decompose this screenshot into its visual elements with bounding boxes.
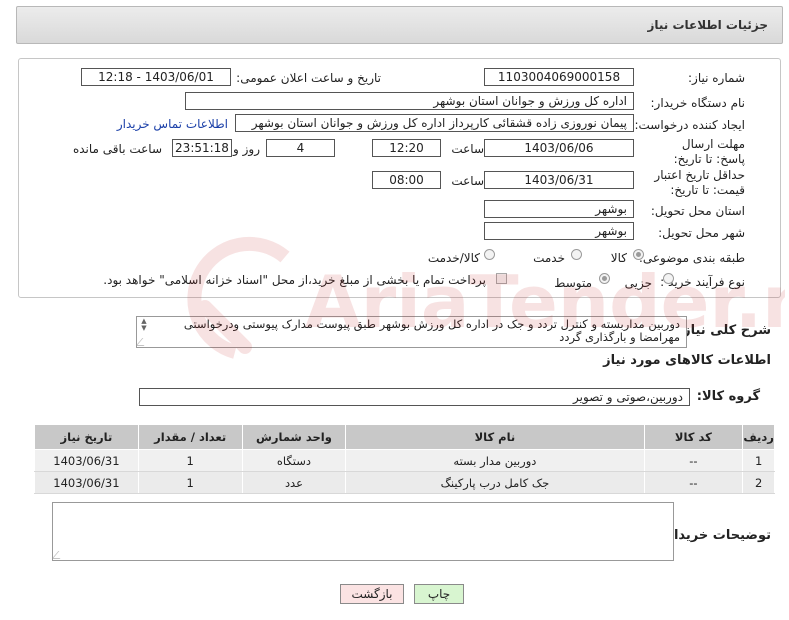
cell-quantity: 1: [137, 471, 243, 494]
cell-item-name: جک کامل درب پارکینگ: [345, 471, 645, 494]
goods-section-title: اطلاعات کالاهای مورد نیاز: [603, 353, 771, 368]
payment-checkbox[interactable]: [496, 273, 507, 284]
requester-label: ایجاد کننده درخواست:: [634, 118, 745, 132]
table-row: 1 -- دوربین مدار بسته دستگاه 1 1403/06/3…: [34, 449, 775, 472]
category-label: طبقه بندی موضوعی:: [638, 251, 745, 265]
remaining-time-field: 23:51:18: [172, 139, 232, 157]
category-radio-service[interactable]: [571, 249, 582, 260]
items-table: ردیف کد کالا نام کالا واحد شمارش تعداد /…: [34, 424, 775, 494]
page-header: جزئیات اطلاعات نیاز: [16, 6, 783, 44]
remaining-label: ساعت باقی مانده: [72, 142, 162, 156]
province-label: استان محل تحویل:: [650, 204, 745, 218]
process-radio-minor[interactable]: [663, 273, 674, 284]
price-time-field: 08:00: [372, 171, 441, 189]
goods-group-field: دوربین،صوتی و تصویر: [139, 388, 690, 406]
header-item-name: نام کالا: [345, 424, 645, 450]
price-validity-label: حداقل تاریخ اعتبار قیمت: تا تاریخ:: [654, 168, 745, 197]
category-radio-goods[interactable]: [633, 249, 644, 260]
reply-time-label: ساعت: [451, 142, 484, 156]
need-number-field: 1103004069000158: [484, 68, 634, 86]
buyer-org-field: اداره کل ورزش و جوانان استان بوشهر: [185, 92, 634, 110]
category-option-service: خدمت: [533, 251, 565, 265]
description-label: شرح کلی نیاز:: [677, 323, 771, 338]
need-number-label: شماره نیاز:: [688, 71, 745, 85]
header-need-date: تاریخ نیاز: [34, 424, 139, 450]
cell-need-date: 1403/06/31: [34, 449, 139, 472]
cell-item-code: --: [643, 471, 744, 494]
process-option-medium: متوسط: [554, 276, 592, 290]
resize-grip-icon[interactable]: [53, 551, 67, 559]
buyer-notes-label: توضیحات خریدار:: [661, 528, 771, 543]
city-field: بوشهر: [484, 222, 634, 240]
price-time-label: ساعت: [451, 174, 484, 188]
cell-item-name: دوربین مدار بسته: [345, 449, 645, 472]
province-field: بوشهر: [484, 200, 634, 218]
category-option-goods-service: کالا/خدمت: [427, 251, 480, 265]
reply-time-field: 12:20: [372, 139, 441, 157]
city-label: شهر محل تحویل:: [658, 226, 745, 240]
cell-item-code: --: [643, 449, 744, 472]
page-title: جزئیات اطلاعات نیاز: [647, 18, 768, 32]
scroll-arrows-icon[interactable]: ▲ ▼: [139, 318, 149, 332]
cell-unit: عدد: [241, 471, 347, 494]
back-button[interactable]: بازگشت: [340, 584, 404, 604]
reply-deadline-label: مهلت ارسال پاسخ: تا تاریخ:: [673, 137, 745, 166]
table-header-row: ردیف کد کالا نام کالا واحد شمارش تعداد /…: [34, 424, 775, 450]
announce-field: 1403/06/01 - 12:18: [81, 68, 231, 86]
process-radio-medium[interactable]: [599, 273, 610, 284]
cell-need-date: 1403/06/31: [34, 471, 139, 494]
announce-label: تاریخ و ساعت اعلان عمومی:: [236, 71, 381, 85]
table-row: 2 -- جک کامل درب پارکینگ عدد 1 1403/06/3…: [34, 471, 775, 494]
category-option-goods: کالا: [610, 251, 627, 265]
days-label: روز و: [233, 142, 260, 156]
price-date-field: 1403/06/31: [484, 171, 634, 189]
days-field: 4: [266, 139, 335, 157]
cell-quantity: 1: [137, 449, 243, 472]
buyer-contact-link[interactable]: اطلاعات تماس خریدار: [117, 117, 228, 131]
goods-group-label: گروه کالا:: [696, 389, 760, 404]
header-unit: واحد شمارش: [241, 424, 347, 450]
header-quantity: تعداد / مقدار: [137, 424, 243, 450]
cell-row-number: 2: [742, 471, 775, 494]
description-textarea[interactable]: دوربین مداربسته و کنترل تردد و جک در ادا…: [136, 316, 687, 348]
payment-note: پرداخت تمام یا بخشی از مبلغ خرید،از محل …: [103, 273, 486, 287]
buyer-notes-textarea[interactable]: [52, 502, 674, 561]
requester-field: پیمان نوروزی زاده قشقائی کارپرداز اداره …: [235, 114, 634, 132]
reply-date-field: 1403/06/06: [484, 139, 634, 157]
header-item-code: کد کالا: [643, 424, 744, 450]
description-text: دوربین مداربسته و کنترل تردد و جک در ادا…: [183, 317, 680, 344]
process-option-minor: جزیی: [624, 276, 652, 290]
print-button[interactable]: چاپ: [414, 584, 464, 604]
buyer-org-label: نام دستگاه خریدار:: [650, 96, 746, 110]
cell-unit: دستگاه: [241, 449, 347, 472]
category-radio-goods-service[interactable]: [484, 249, 495, 260]
cell-row-number: 1: [742, 449, 775, 472]
header-row-number: ردیف: [742, 424, 775, 450]
